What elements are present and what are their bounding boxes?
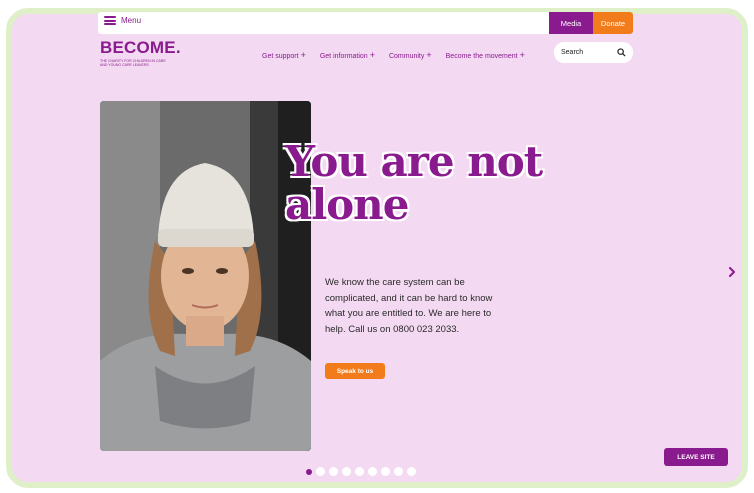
slide-dot-3[interactable] [329, 467, 338, 476]
slide-dot-5[interactable] [355, 467, 364, 476]
media-button[interactable]: Media [549, 12, 593, 34]
nav-community[interactable]: Community + [389, 50, 432, 60]
plus-icon: + [519, 50, 525, 60]
hero-photo [100, 101, 311, 451]
nav-label: Get support [262, 53, 299, 60]
slide-dot-8[interactable] [394, 467, 403, 476]
slide-dot-4[interactable] [342, 467, 351, 476]
hero-headline: You are not alone [285, 140, 585, 226]
headline-line-2: alone [285, 180, 409, 229]
slide-dot-1[interactable] [306, 468, 312, 475]
chevron-right-icon [729, 267, 735, 277]
nav-label: Get information [319, 53, 368, 60]
top-bar: Menu Media Donate [98, 12, 633, 34]
slide-dot-6[interactable] [368, 467, 377, 476]
nav-get-information[interactable]: Get information + [320, 50, 375, 60]
slide-dot-7[interactable] [381, 467, 390, 476]
menu-label: Menu [121, 16, 142, 25]
hero-body-text: We know the care system can be complicat… [325, 277, 493, 335]
plus-icon: + [300, 50, 306, 60]
search-placeholder: Search [561, 49, 584, 56]
slide-dot-9[interactable] [407, 467, 416, 476]
person-photo-illustration [100, 101, 311, 451]
leave-site-button[interactable]: LEAVE SITE [664, 448, 728, 466]
plus-icon: + [426, 50, 432, 60]
site-logo[interactable]: BECOME. The charity for children in care… [100, 39, 181, 68]
logo-tagline: The charity for children in care and you… [100, 59, 166, 68]
nav-get-support[interactable]: Get support + [262, 50, 306, 60]
plus-icon: + [369, 50, 375, 60]
nav-label: Community [388, 53, 425, 60]
search-icon[interactable] [617, 48, 626, 57]
nav-label: Become the movement [445, 53, 518, 60]
logo-wordmark: BECOME. [100, 38, 181, 57]
hamburger-icon [104, 16, 116, 25]
speak-to-us-button[interactable]: Speak to us [325, 363, 385, 379]
donate-button[interactable]: Donate [593, 12, 633, 34]
next-slide-button[interactable] [726, 264, 738, 280]
headline-line-1: You are not [285, 137, 543, 186]
search-input[interactable]: Search [554, 42, 633, 63]
slide-dot-2[interactable] [316, 467, 325, 476]
main-nav: Get support + Get information + Community +… [262, 50, 525, 60]
nav-become-the-movement[interactable]: Become the movement + [446, 50, 525, 60]
slide-pagination [306, 467, 416, 476]
menu-button[interactable]: Menu [104, 16, 141, 25]
